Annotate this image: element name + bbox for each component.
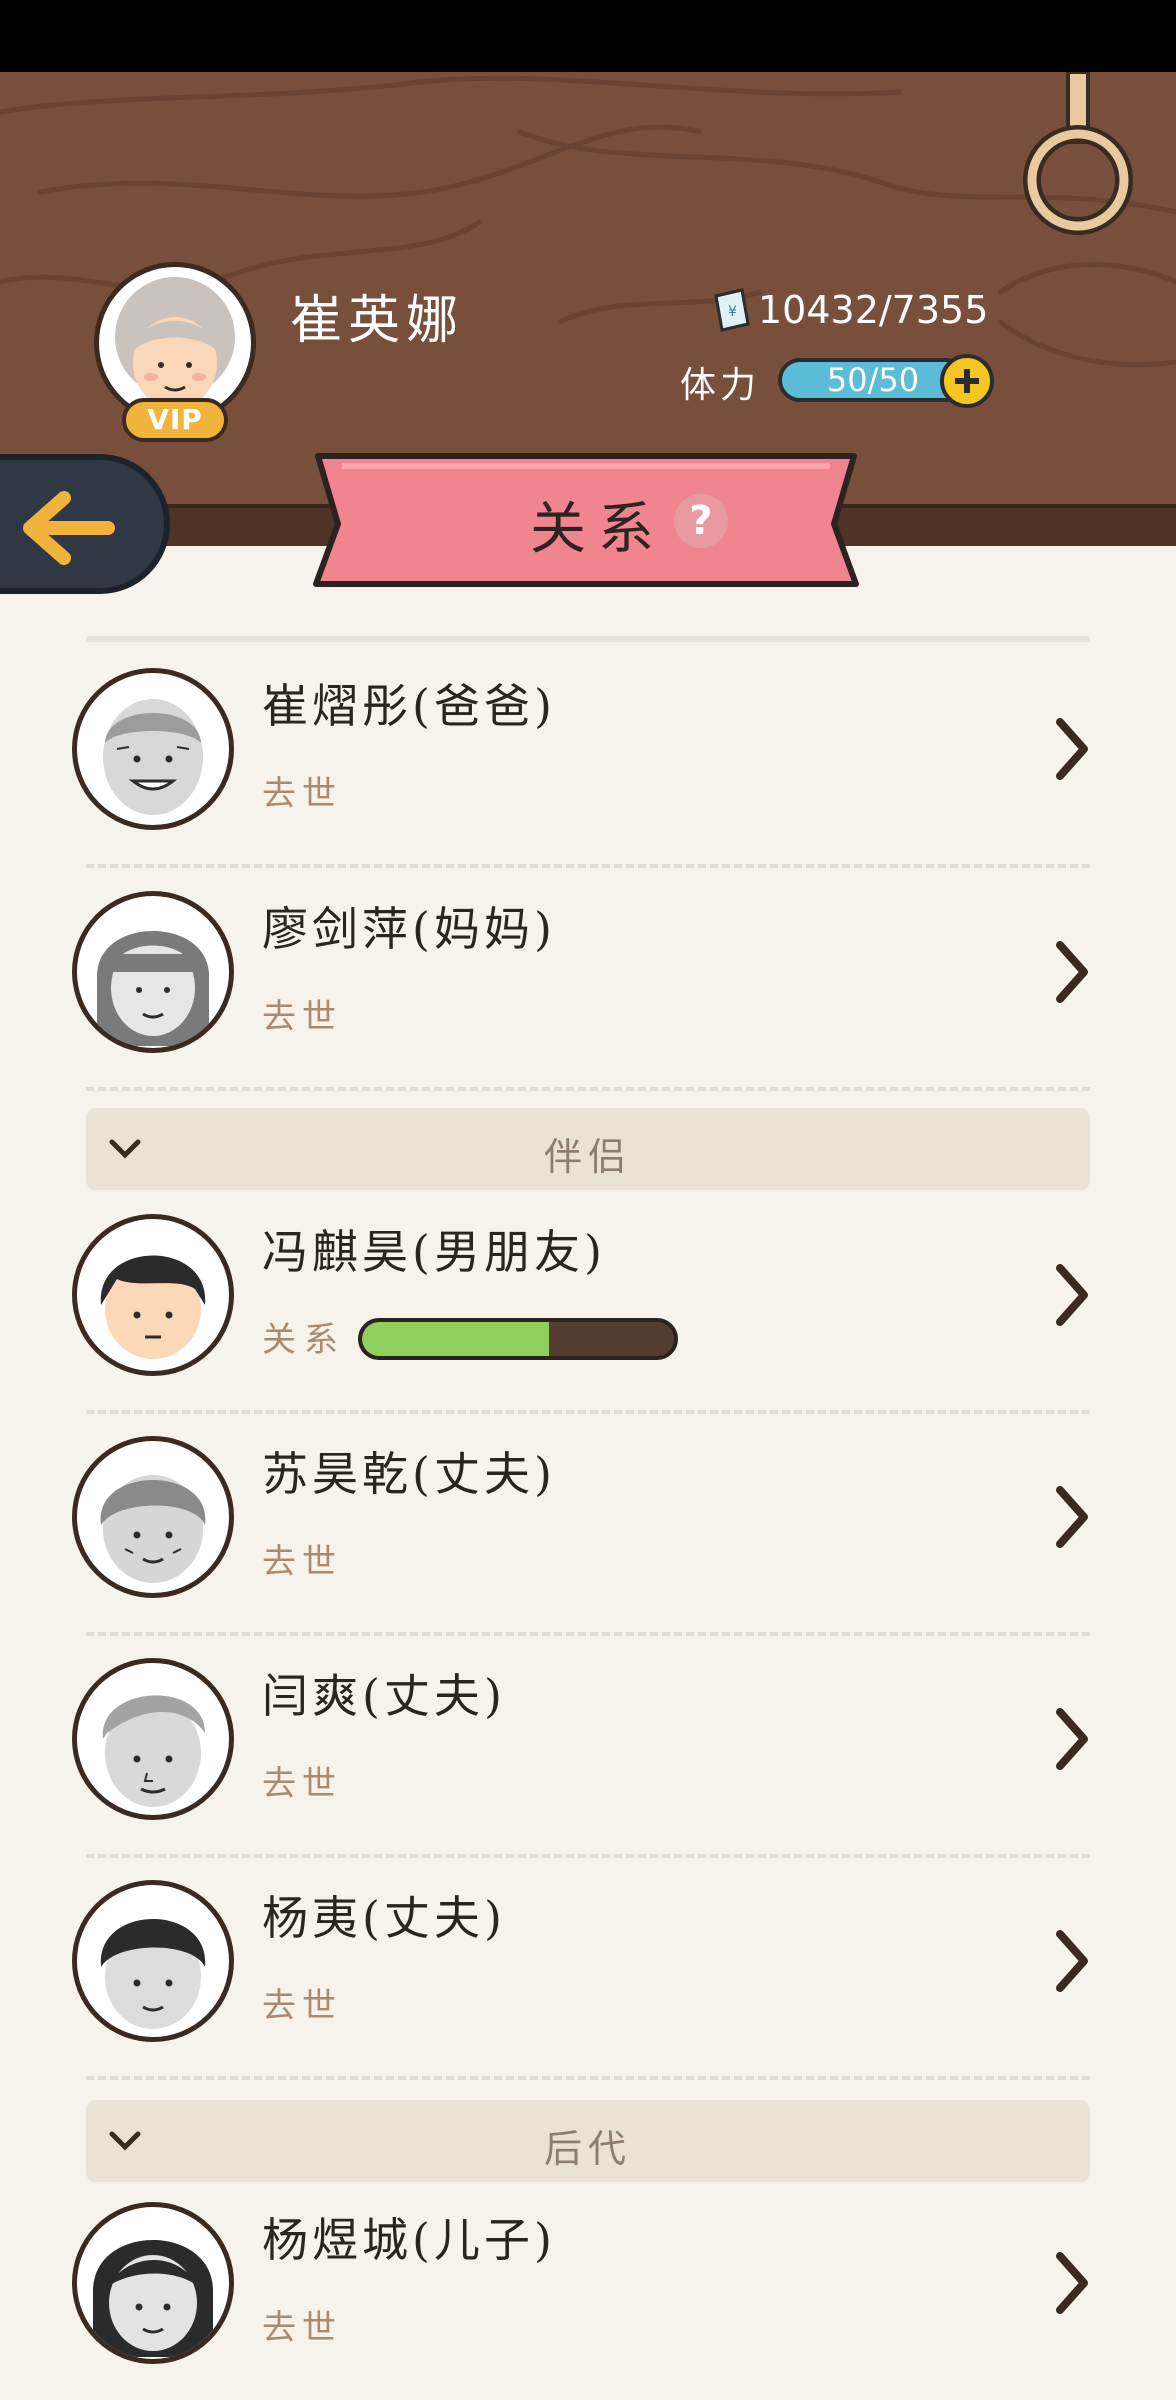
elder-woman-face-icon <box>115 277 235 409</box>
member-status: 去世 <box>262 1542 342 1582</box>
settings-ring-icon[interactable] <box>1014 72 1142 242</box>
member-status: 去世 <box>262 1986 342 2026</box>
member-name: 苏昊乾(丈夫) <box>262 1447 556 1501</box>
avatar <box>72 668 234 830</box>
title-banner: 关系 ? <box>312 444 860 596</box>
section-label: 伴侣 <box>543 1135 632 1179</box>
avatar <box>72 2202 234 2364</box>
list-item[interactable]: 冯麒昊(男朋友) 关系 <box>0 1190 1176 1414</box>
relationship-bar-fill <box>362 1322 550 1356</box>
help-icon[interactable]: ? <box>674 494 728 548</box>
member-name: 冯麒昊(男朋友) <box>262 1225 606 1279</box>
list-item[interactable]: 崔熠彤(爸爸) 去世 <box>0 644 1176 868</box>
chevron-right-icon[interactable] <box>1052 1928 1092 1994</box>
list-item[interactable]: 杨煜城(儿子) 去世 <box>0 2178 1176 2400</box>
money-icon: ¥ <box>714 288 750 332</box>
elder-man-face-icon <box>103 699 203 815</box>
status-bar <box>0 0 1176 72</box>
add-stamina-button[interactable] <box>940 354 994 408</box>
elder-man-face-icon <box>100 1475 206 1583</box>
member-name: 杨煜城(儿子) <box>262 2213 556 2267</box>
chevron-right-icon[interactable] <box>1052 939 1092 1005</box>
member-status: 去世 <box>262 774 342 814</box>
chevron-right-icon[interactable] <box>1052 1706 1092 1772</box>
chevron-right-icon[interactable] <box>1052 1262 1092 1328</box>
member-name: 崔熠彤(爸爸) <box>262 679 556 733</box>
avatar <box>72 891 234 1053</box>
member-name: 廖剑萍(妈妈) <box>262 902 556 956</box>
relations-list[interactable]: 崔熠彤(爸爸) 去世 廖剑萍(妈妈) 去世 伴侣 冯麒昊(男朋友) 关系 苏昊乾… <box>0 594 1176 2400</box>
list-item[interactable]: 杨夷(丈夫) 去世 <box>0 1856 1176 2080</box>
avatar <box>72 1880 234 2042</box>
stamina-label: 体力 <box>680 365 761 406</box>
row-divider <box>86 1087 1090 1091</box>
member-status: 去世 <box>262 2308 342 2348</box>
svg-text:¥: ¥ <box>728 304 737 320</box>
page-title: 关系 <box>530 497 666 562</box>
money-value: 10432/7355 <box>758 288 989 332</box>
vip-badge: VIP <box>122 398 228 442</box>
player-name: 崔英娜 <box>290 291 465 351</box>
list-item[interactable]: 廖剑萍(妈妈) 去世 <box>0 867 1176 1091</box>
avatar <box>72 1436 234 1598</box>
list-item[interactable]: 苏昊乾(丈夫) 去世 <box>0 1412 1176 1636</box>
chevron-right-icon[interactable] <box>1052 716 1092 782</box>
member-status: 去世 <box>262 997 342 1037</box>
man-face-icon <box>100 1919 206 2029</box>
arrow-left-icon <box>23 491 115 565</box>
back-button[interactable] <box>0 454 170 594</box>
member-name: 闫爽(丈夫) <box>262 1669 506 1723</box>
young-man-face-icon <box>100 1255 206 1359</box>
avatar <box>72 1658 234 1820</box>
woman-face-icon <box>93 2240 213 2357</box>
avatar <box>72 1214 234 1376</box>
row-divider <box>86 2076 1090 2080</box>
section-header-descendants[interactable]: 后代 <box>86 2100 1090 2182</box>
section-label: 后代 <box>543 2127 632 2171</box>
relationship-label: 关系 <box>262 1320 346 1360</box>
relationship-bar <box>358 1318 678 1360</box>
chevron-right-icon[interactable] <box>1052 2250 1092 2316</box>
chevron-right-icon[interactable] <box>1052 1484 1092 1550</box>
list-top-divider <box>86 636 1090 642</box>
elder-woman-face-icon <box>97 931 209 1046</box>
member-status: 去世 <box>262 1764 342 1804</box>
list-item[interactable]: 闫爽(丈夫) 去世 <box>0 1634 1176 1858</box>
section-header-partners[interactable]: 伴侣 <box>86 1108 1090 1190</box>
member-name: 杨夷(丈夫) <box>262 1891 506 1945</box>
elder-man-face-icon <box>102 1695 205 1807</box>
